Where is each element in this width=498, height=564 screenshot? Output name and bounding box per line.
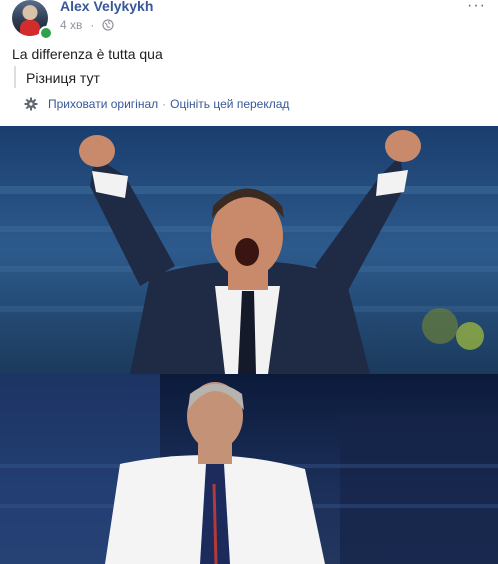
controls-separator: · — [162, 97, 167, 111]
author-name[interactable]: Alex Velykykh — [60, 0, 153, 14]
standing-coach-photo[interactable] — [0, 374, 498, 564]
post-timestamp[interactable]: 4 хв — [60, 18, 82, 32]
globe-icon[interactable] — [102, 19, 114, 31]
translation-block: Різниця тут — [14, 66, 484, 88]
meta-separator: · — [90, 18, 95, 32]
gear-icon[interactable] — [24, 97, 38, 111]
avatar-shirt — [20, 20, 40, 36]
celebrating-coach-photo[interactable] — [0, 126, 498, 374]
online-status-indicator — [39, 26, 53, 40]
translated-text: Різниця тут — [26, 70, 100, 86]
post-header: Alex Velykykh 4 хв · ··· — [12, 0, 488, 40]
rate-translation-link[interactable]: Оцініть цей переклад — [170, 97, 289, 111]
more-options-icon[interactable]: ··· — [467, 0, 486, 14]
translation-controls: Приховати оригінал · Оцініть цей перекла… — [24, 97, 289, 111]
post-text: La differenza è tutta qua — [12, 46, 163, 62]
post-meta: 4 хв · — [60, 18, 114, 32]
hide-original-link[interactable]: Приховати оригінал — [48, 97, 158, 111]
